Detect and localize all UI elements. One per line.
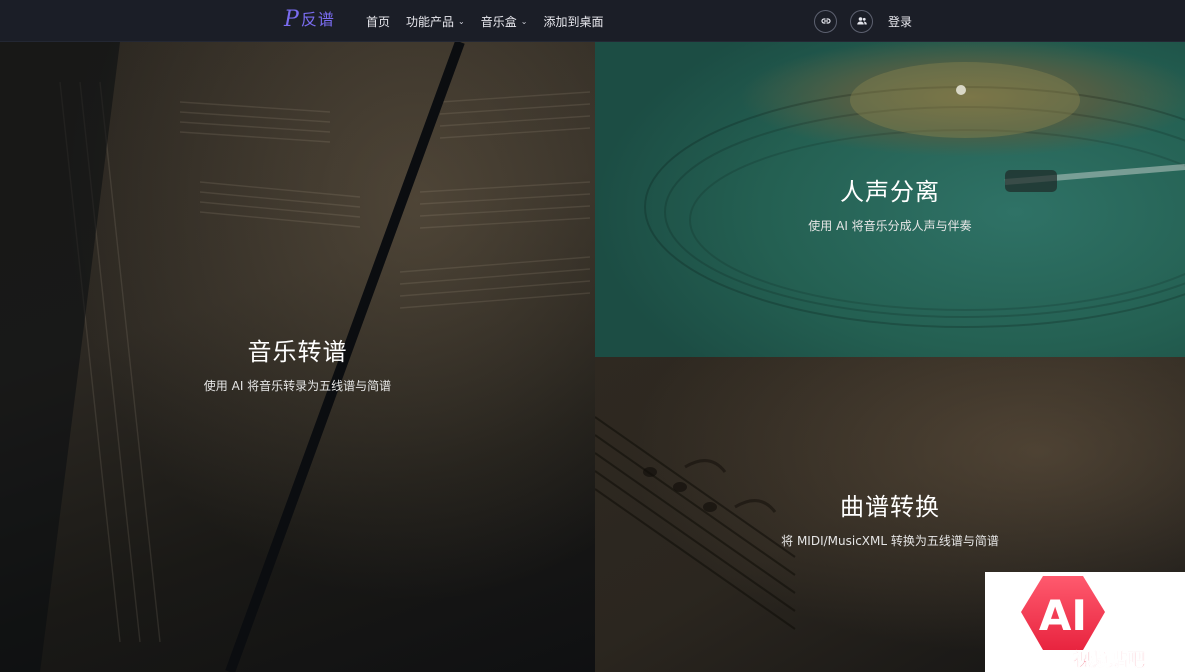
nav-actions: 登录 [814, 0, 912, 42]
nav-music-box[interactable]: 音乐盒 ⌄ [481, 13, 528, 30]
nav-products-label: 功能产品 [406, 14, 455, 29]
feature-description: 使用 AI 将音乐转录为五线谱与简谱 [203, 379, 392, 393]
logo-mark: P [284, 7, 299, 32]
nav-home[interactable]: 首页 [366, 13, 390, 30]
login-link[interactable]: 登录 [888, 13, 912, 30]
nav-add-to-desktop-label: 添加到桌面 [543, 14, 604, 29]
feature-title: 曲谱转换 [840, 493, 940, 521]
brand-logo-link[interactable]: P 反谱 [284, 8, 335, 32]
top-navbar: P 反谱 首页 功能产品 ⌄ 音乐盒 ⌄ 添加到桌面 登录 [0, 0, 1185, 42]
users-icon [856, 17, 867, 25]
nav-home-label: 首页 [366, 14, 391, 29]
ai-logo-mark: AI 视频贴吧 [1021, 576, 1145, 671]
feature-vocal-separation[interactable]: 人声分离 使用 AI 将音乐分成人声与伴奏 [595, 42, 1185, 357]
feature-music-transcription[interactable]: 音乐转谱 使用 AI 将音乐转录为五线谱与简谱 [0, 42, 595, 672]
main-nav: 首页 功能产品 ⌄ 音乐盒 ⌄ 添加到桌面 [366, 0, 619, 42]
feature-description: 使用 AI 将音乐分成人声与伴奏 [808, 219, 972, 233]
watermark-label: 视频贴吧 [1073, 649, 1145, 671]
link-icon [820, 18, 831, 24]
nav-add-to-desktop[interactable]: 添加到桌面 [543, 13, 603, 30]
chevron-down-icon: ⌄ [520, 16, 528, 26]
nav-products[interactable]: 功能产品 ⌄ [406, 13, 465, 30]
feature-description: 将 MIDI/MusicXML 转换为五线谱与简谱 [781, 534, 999, 548]
share-link-button[interactable] [814, 9, 837, 33]
feature-caption: 人声分离 使用 AI 将音乐分成人声与伴奏 [595, 172, 1185, 234]
watermark-logo-text: AI [1039, 591, 1087, 640]
feature-caption: 音乐转谱 使用 AI 将音乐转录为五线谱与简谱 [0, 332, 595, 394]
brand-name: 反谱 [300, 10, 335, 29]
community-button[interactable] [850, 9, 873, 33]
feature-caption: 曲谱转换 将 MIDI/MusicXML 转换为五线谱与简谱 [595, 487, 1185, 549]
watermark-badge: AI 视频贴吧 [985, 572, 1185, 672]
nav-music-box-label: 音乐盒 [480, 14, 517, 29]
chevron-down-icon: ⌄ [458, 16, 465, 26]
feature-title: 人声分离 [840, 178, 940, 206]
feature-title: 音乐转谱 [247, 338, 348, 366]
